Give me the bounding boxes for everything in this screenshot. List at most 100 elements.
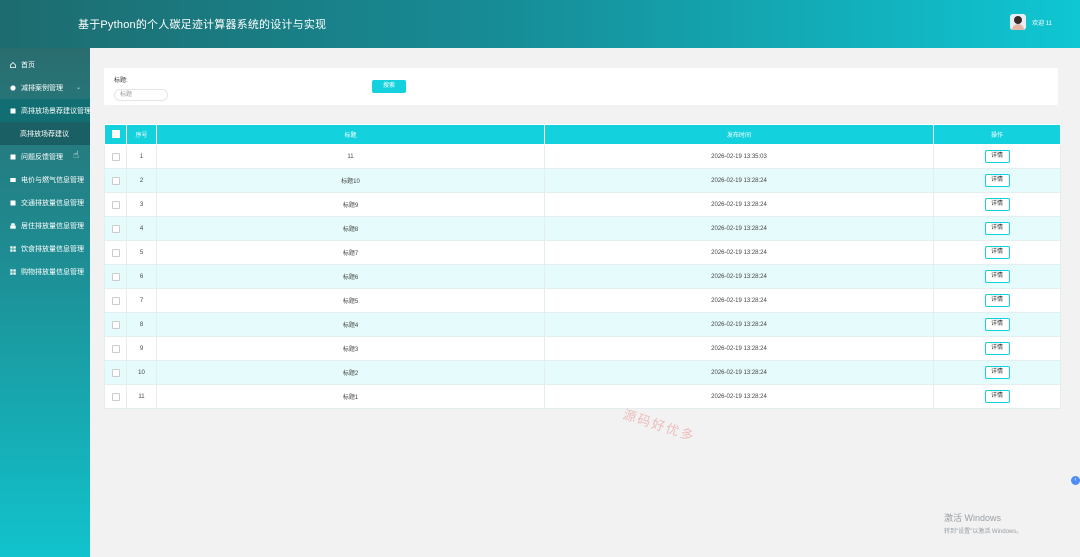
detail-button[interactable]: 详情: [984, 246, 1010, 259]
row-action: 详情: [933, 312, 1061, 337]
table-row: 6 标题6 2026-02-19 13:28:24 详情: [104, 264, 1061, 289]
detail-button[interactable]: 详情: [984, 270, 1010, 283]
row-no: 5: [126, 240, 157, 265]
top-header: 基于Python的个人碳足迹计算器系统的设计与实现 欢迎 11: [0, 0, 1080, 48]
detail-button[interactable]: 详情: [984, 174, 1010, 187]
activation-title: 激活 Windows: [944, 513, 1002, 523]
sidebar-item-electricity[interactable]: 电价与燃气信息管理: [0, 168, 90, 191]
user-menu[interactable]: 欢迎 11: [1010, 14, 1052, 30]
select-all-checkbox[interactable]: [104, 124, 127, 145]
square-icon: [10, 108, 16, 114]
row-time: 2026-02-19 13:28:24: [544, 168, 934, 193]
sidebar-item-shopping[interactable]: 购物排放量信息管理: [0, 260, 90, 283]
row-action: 详情: [933, 240, 1061, 265]
row-title: 11: [156, 144, 545, 169]
sidebar-item-cases[interactable]: 减排案例管理 ⌄: [0, 76, 90, 99]
search-button[interactable]: 搜索: [372, 80, 406, 93]
square-icon: [10, 200, 16, 206]
row-checkbox[interactable]: [104, 216, 127, 241]
cursor-icon: ☝: [73, 150, 80, 161]
search-input[interactable]: 标题: [114, 89, 168, 101]
sidebar-item-home[interactable]: 首页: [0, 53, 90, 76]
main-content: 标题: 标题 搜索 序号 标题 发布时间 操作 1 11 2026-02-19 13…: [90, 48, 1080, 557]
detail-button[interactable]: 详情: [984, 318, 1010, 331]
detail-button[interactable]: 详情: [984, 222, 1010, 235]
row-time: 2026-02-19 13:35:03: [544, 144, 934, 169]
sidebar-item-feedback[interactable]: 问题反馈管理 ☝: [0, 145, 90, 168]
detail-button[interactable]: 详情: [984, 366, 1010, 379]
user-label[interactable]: 欢迎 11: [1032, 18, 1052, 27]
table-header-row: 序号 标题 发布时间 操作: [104, 124, 1061, 145]
table-row: 11 标题1 2026-02-19 13:28:24 详情: [104, 384, 1061, 409]
sidebar-item-high-emission[interactable]: 高排放场景荐建议管理: [0, 99, 91, 122]
row-checkbox[interactable]: [104, 264, 127, 289]
detail-button[interactable]: 详情: [984, 150, 1010, 163]
row-no: 1: [126, 144, 157, 169]
row-checkbox[interactable]: [104, 192, 127, 217]
row-title: 标题4: [156, 312, 545, 337]
row-title: 标题1: [156, 384, 545, 409]
sidebar-item-label: 饮食排放量信息管理: [21, 245, 84, 253]
row-title: 标题10: [156, 168, 545, 193]
avatar[interactable]: [1010, 14, 1027, 30]
row-action: 详情: [933, 168, 1061, 193]
row-title: 标题6: [156, 264, 545, 289]
row-title: 标题5: [156, 288, 545, 313]
row-no: 11: [126, 384, 157, 409]
row-checkbox[interactable]: [104, 144, 127, 169]
row-time: 2026-02-19 13:28:24: [544, 192, 934, 217]
table-row: 2 标题10 2026-02-19 13:28:24 详情: [104, 168, 1061, 193]
row-action: 详情: [933, 384, 1061, 409]
sidebar-item-traffic[interactable]: 交通排放量信息管理: [0, 191, 90, 214]
row-time: 2026-02-19 13:28:24: [544, 264, 934, 289]
row-checkbox[interactable]: [104, 240, 127, 265]
row-action: 详情: [933, 216, 1061, 241]
row-time: 2026-02-19 13:28:24: [544, 360, 934, 385]
search-label: 标题:: [114, 78, 128, 84]
row-checkbox[interactable]: [104, 360, 127, 385]
row-no: 4: [126, 216, 157, 241]
square-icon: [10, 154, 16, 160]
row-no: 10: [126, 360, 157, 385]
row-checkbox[interactable]: [104, 336, 127, 361]
table-row: 4 标题8 2026-02-19 13:28:24 详情: [104, 216, 1061, 241]
data-table: 序号 标题 发布时间 操作 1 11 2026-02-19 13:35:03 详情 2 标…: [104, 124, 1061, 409]
print-icon: [10, 222, 16, 229]
grid-icon: [10, 245, 16, 252]
row-action: 详情: [933, 336, 1061, 361]
row-title: 标题9: [156, 192, 545, 217]
column-header-no: 序号: [126, 124, 157, 145]
column-header-action: 操作: [933, 124, 1061, 145]
detail-button[interactable]: 详情: [984, 198, 1010, 211]
chevron-down-icon: ⌄: [75, 85, 81, 91]
row-no: 3: [126, 192, 157, 217]
row-checkbox[interactable]: [104, 312, 127, 337]
row-time: 2026-02-19 13:28:24: [544, 288, 934, 313]
detail-button[interactable]: 详情: [984, 294, 1010, 307]
row-no: 9: [126, 336, 157, 361]
row-title: 标题8: [156, 216, 545, 241]
row-action: 详情: [933, 288, 1061, 313]
row-no: 8: [126, 312, 157, 337]
table-row: 5 标题7 2026-02-19 13:28:24 详情: [104, 240, 1061, 265]
row-checkbox[interactable]: [104, 384, 127, 409]
row-checkbox[interactable]: [104, 288, 127, 313]
table-row: 10 标题2 2026-02-19 13:28:24 详情: [104, 360, 1061, 385]
collapse-handle-icon[interactable]: ‹: [1071, 476, 1080, 485]
sidebar-item-housing[interactable]: 居住排放量信息管理: [0, 214, 90, 237]
sidebar-subitem-suggestion[interactable]: 高排放场荐建议: [0, 122, 90, 145]
row-time: 2026-02-19 13:28:24: [544, 216, 934, 241]
sidebar-item-diet[interactable]: 饮食排放量信息管理: [0, 237, 90, 260]
row-time: 2026-02-19 13:28:24: [544, 240, 934, 265]
app-title: 基于Python的个人碳足迹计算器系统的设计与实现: [78, 19, 327, 31]
detail-button[interactable]: 详情: [984, 342, 1010, 355]
search-panel: 标题: 标题 搜索: [104, 68, 1058, 105]
sidebar-item-label: 购物排放量信息管理: [21, 268, 84, 276]
sidebar-item-label: 高排放场景荐建议管理: [21, 107, 91, 115]
row-checkbox[interactable]: [104, 168, 127, 193]
row-time: 2026-02-19 13:28:24: [544, 312, 934, 337]
sidebar-item-label: 居住排放量信息管理: [21, 222, 84, 230]
sidebar-item-label: 首页: [21, 61, 35, 69]
detail-button[interactable]: 详情: [984, 390, 1010, 403]
sidebar: 首页 减排案例管理 ⌄ 高排放场景荐建议管理 高排放场荐建议 问题反馈管理 ☝ …: [0, 48, 91, 557]
